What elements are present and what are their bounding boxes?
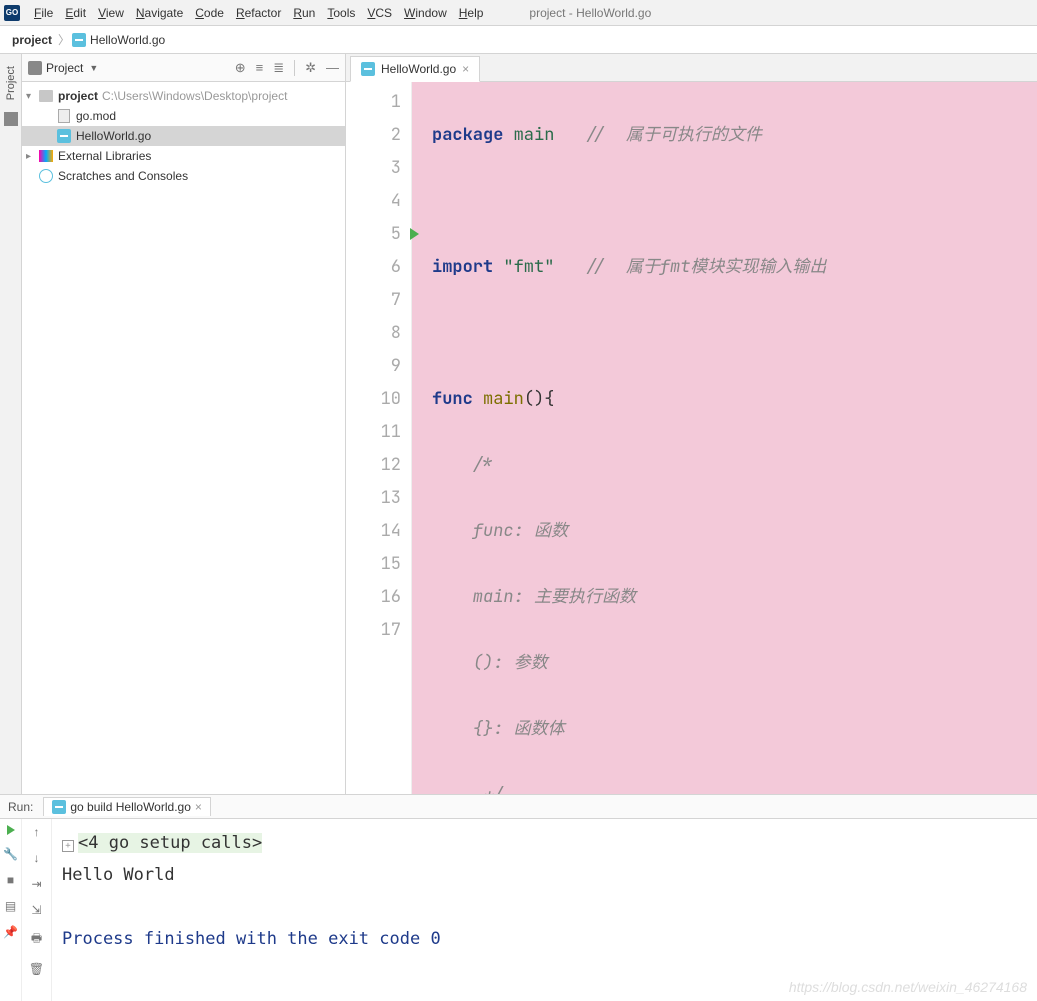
go-file-icon xyxy=(52,800,66,814)
scratches-icon xyxy=(39,169,53,183)
layout-icon[interactable]: ▤ xyxy=(4,899,18,913)
menu-refactor[interactable]: Refactor xyxy=(230,6,287,20)
run-toolbar-primary: 🔧 ■ ▤ 📌 xyxy=(0,819,22,1001)
close-icon[interactable]: × xyxy=(195,800,202,814)
project-panel-header: Project ▼ ⊕ ≡ ≣ ✲ — xyxy=(22,54,345,82)
menu-host: FileEditViewNavigateCodeRefactorRunTools… xyxy=(28,0,489,26)
run-body: 🔧 ■ ▤ 📌 ↑ ↓ ⇥ ⇲ 🖶 🗑 + <4 go setup calls> … xyxy=(0,819,1037,1001)
run-toolbar-secondary: ↑ ↓ ⇥ ⇲ 🖶 🗑 xyxy=(22,819,52,1001)
tree-file-label: go.mod xyxy=(76,109,116,123)
stop-icon[interactable]: ■ xyxy=(4,873,18,887)
breadcrumb-root[interactable]: project xyxy=(8,33,56,47)
close-icon[interactable]: × xyxy=(462,62,469,76)
settings-icon[interactable]: ✲ xyxy=(305,60,316,76)
gutter-run-icon[interactable] xyxy=(410,228,419,240)
editor-tab-bar: HelloWorld.go × xyxy=(346,54,1037,82)
wrap-icon[interactable]: ⇥ xyxy=(31,877,41,891)
run-config-tab[interactable]: go build HelloWorld.go × xyxy=(43,797,211,816)
tree-scratches[interactable]: Scratches and Consoles xyxy=(22,166,345,186)
export-icon[interactable]: ⇲ xyxy=(31,903,41,917)
menu-run[interactable]: Run xyxy=(287,6,321,20)
breadcrumb-file[interactable]: HelloWorld.go xyxy=(72,33,165,47)
folder-icon xyxy=(39,90,53,102)
mod-file-icon xyxy=(58,109,70,123)
run-tool-window: Run: go build HelloWorld.go × 🔧 ■ ▤ 📌 ↑ … xyxy=(0,794,1037,1001)
project-panel: Project ▼ ⊕ ≡ ≣ ✲ — ▾ project C:\Users\W… xyxy=(22,54,346,794)
trash-icon[interactable]: 🗑 xyxy=(29,962,44,976)
console-exit-line: Process finished with the exit code 0 xyxy=(62,923,1027,955)
run-label: Run: xyxy=(8,800,33,814)
locate-icon[interactable]: ⊕ xyxy=(235,60,246,76)
line-gutter: 1234567891011121314151617 xyxy=(346,82,412,794)
menu-tools[interactable]: Tools xyxy=(321,6,361,20)
project-tool-tab[interactable]: Project xyxy=(3,60,19,106)
project-panel-tools: ⊕ ≡ ≣ ✲ — xyxy=(235,60,339,76)
menubar: GO FileEditViewNavigateCodeRefactorRunTo… xyxy=(0,0,1037,26)
collapse-icon[interactable]: ≣ xyxy=(273,60,284,76)
menu-navigate[interactable]: Navigate xyxy=(130,6,189,20)
go-file-icon xyxy=(361,62,375,76)
print-icon[interactable]: 🖶 xyxy=(31,929,42,950)
editor-tab-label: HelloWorld.go xyxy=(381,62,456,76)
console-output-line: Hello World xyxy=(62,859,1027,891)
chevron-down-icon[interactable]: ▼ xyxy=(89,63,98,73)
tree-file-hello[interactable]: HelloWorld.go xyxy=(22,126,345,146)
go-file-icon xyxy=(57,129,71,143)
app-icon: GO xyxy=(4,5,20,21)
main-row: Project Project ▼ ⊕ ≡ ≣ ✲ — ▾ project xyxy=(0,54,1037,794)
structure-tool-icon[interactable] xyxy=(4,112,18,126)
fold-gutter xyxy=(412,82,426,794)
expand-fold-icon[interactable]: + xyxy=(62,840,74,852)
down-icon[interactable]: ↓ xyxy=(34,851,40,865)
minimize-icon[interactable]: — xyxy=(326,60,339,75)
breadcrumb-bar: project 〉 HelloWorld.go xyxy=(0,26,1037,54)
editor-tab[interactable]: HelloWorld.go × xyxy=(350,56,480,82)
menu-vcs[interactable]: VCS xyxy=(361,6,398,20)
run-header: Run: go build HelloWorld.go × xyxy=(0,795,1037,819)
window-title: project - HelloWorld.go xyxy=(529,6,651,20)
tree-external-label: External Libraries xyxy=(58,149,151,163)
menu-edit[interactable]: Edit xyxy=(59,6,92,20)
menu-help[interactable]: Help xyxy=(453,6,490,20)
tree-scratches-label: Scratches and Consoles xyxy=(58,169,188,183)
breadcrumb-sep: 〉 xyxy=(56,31,72,48)
left-tool-stripe: Project xyxy=(0,54,22,794)
run-console[interactable]: + <4 go setup calls> Hello World Process … xyxy=(52,819,1037,1001)
tree-file-gomod[interactable]: go.mod xyxy=(22,106,345,126)
code-body[interactable]: package main // 属于可执行的文件 import "fmt" //… xyxy=(426,82,1037,794)
menu-view[interactable]: View xyxy=(92,6,130,20)
libraries-icon xyxy=(39,150,53,162)
go-file-icon xyxy=(72,33,86,47)
expand-icon[interactable]: ≡ xyxy=(256,60,264,75)
pin-icon[interactable]: 📌 xyxy=(4,925,18,939)
tree-root-path: C:\Users\Windows\Desktop\project xyxy=(102,89,287,103)
project-tree: ▾ project C:\Users\Windows\Desktop\proje… xyxy=(22,82,345,190)
project-view-icon xyxy=(28,61,42,75)
run-config-label: go build HelloWorld.go xyxy=(70,800,191,814)
tree-root[interactable]: ▾ project C:\Users\Windows\Desktop\proje… xyxy=(22,86,345,106)
menu-code[interactable]: Code xyxy=(189,6,230,20)
menu-window[interactable]: Window xyxy=(398,6,453,20)
menu-file[interactable]: File xyxy=(28,6,59,20)
editor-area: HelloWorld.go × 123456789101112131415161… xyxy=(346,54,1037,794)
tree-file-label: HelloWorld.go xyxy=(76,129,151,143)
up-icon[interactable]: ↑ xyxy=(34,825,40,839)
tree-external-libs[interactable]: ▸ External Libraries xyxy=(22,146,345,166)
separator xyxy=(294,60,295,76)
wrench-icon[interactable]: 🔧 xyxy=(4,847,18,861)
tree-root-name: project xyxy=(58,89,98,103)
code-editor[interactable]: 1234567891011121314151617 package main /… xyxy=(346,82,1037,794)
run-icon[interactable] xyxy=(7,825,15,835)
console-setup-line: <4 go setup calls> xyxy=(78,833,262,853)
breadcrumb-file-label: HelloWorld.go xyxy=(90,33,165,47)
project-panel-title[interactable]: Project xyxy=(46,61,83,75)
